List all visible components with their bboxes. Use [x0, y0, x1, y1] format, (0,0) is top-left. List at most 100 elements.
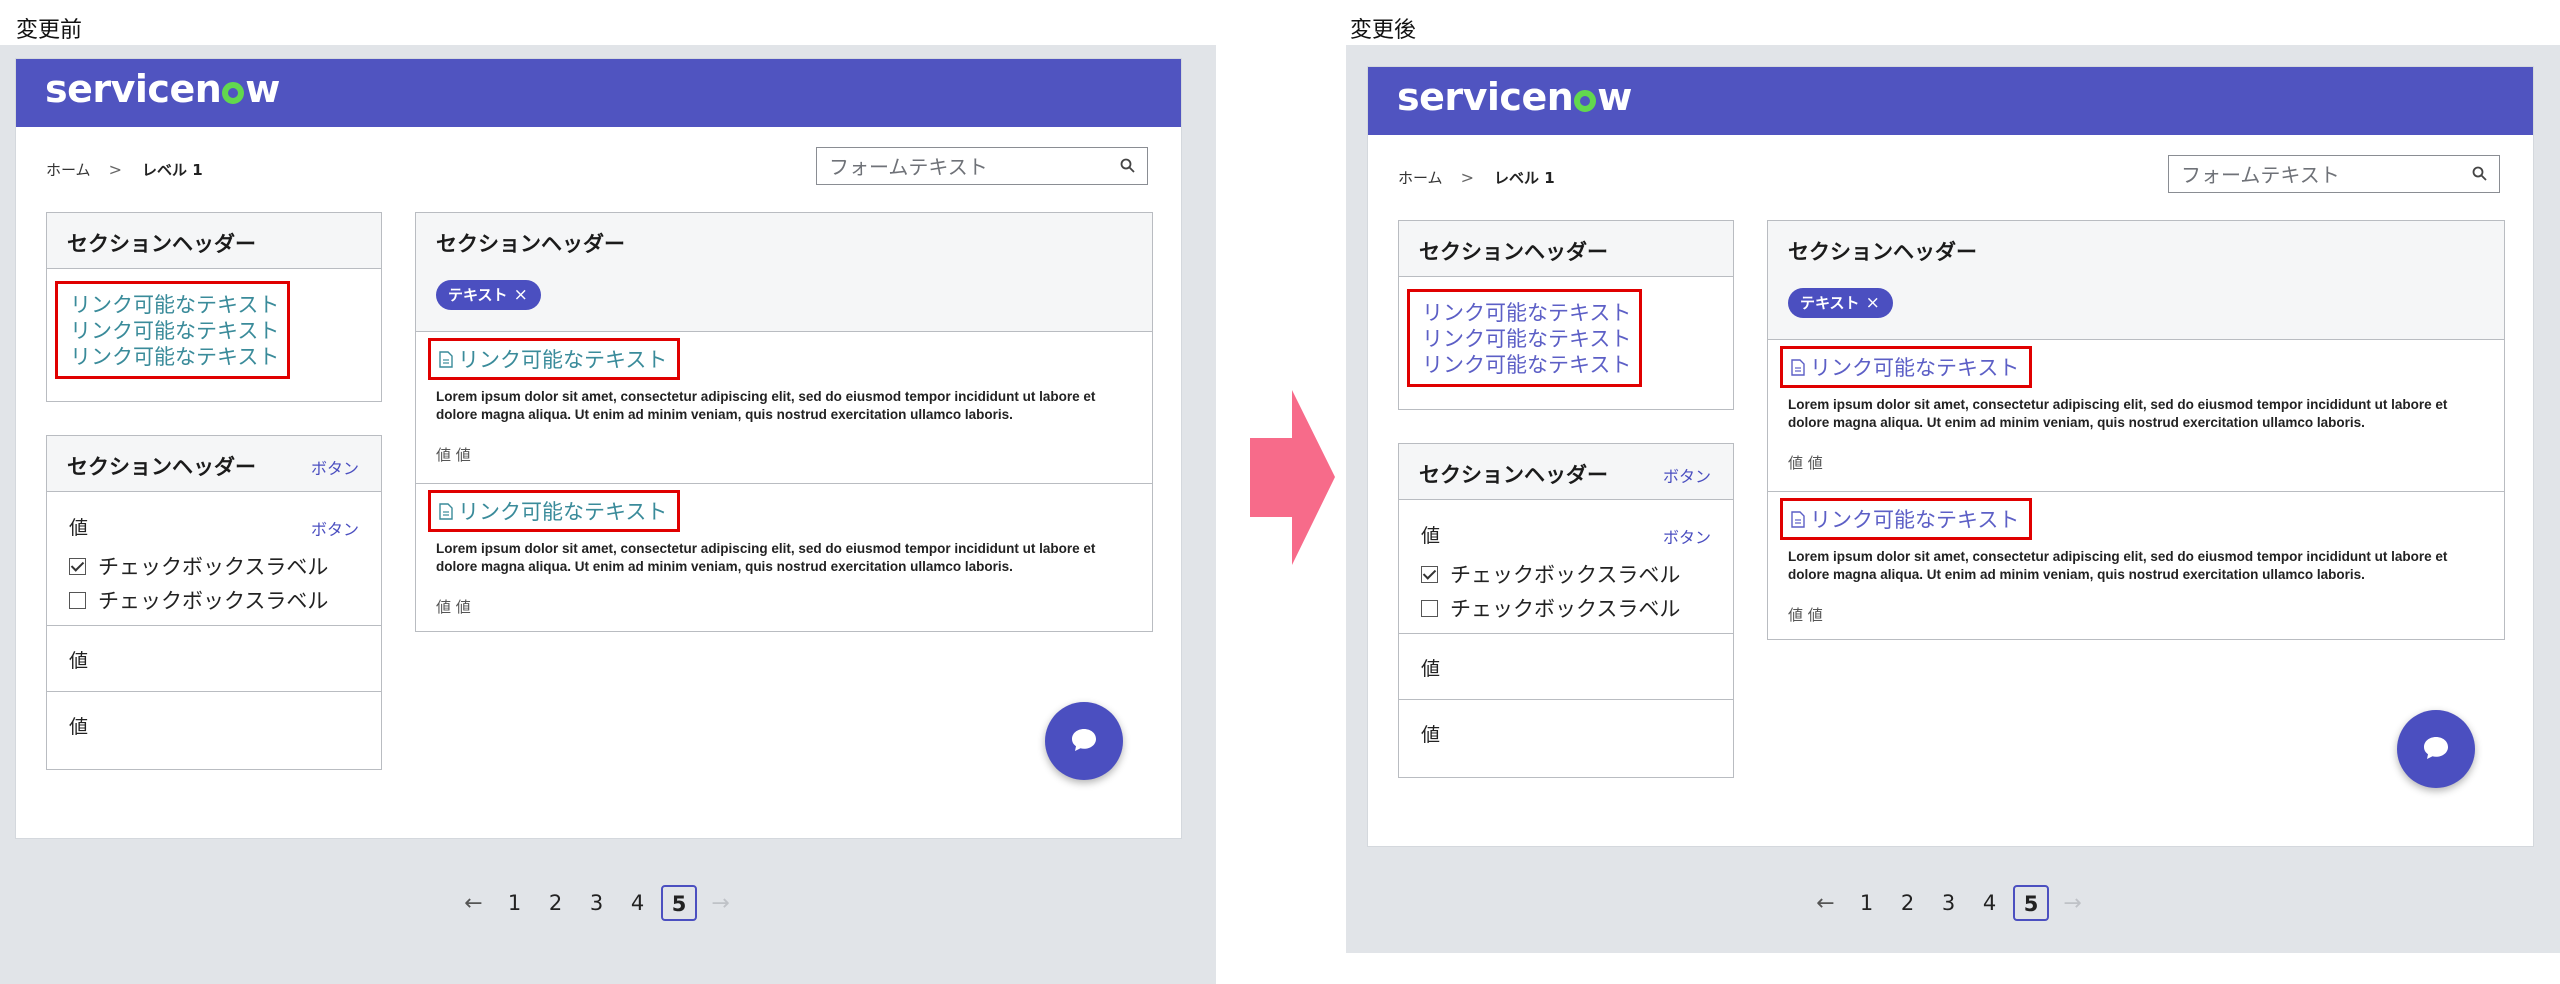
item-value: 値 値 — [436, 598, 471, 616]
checkbox-2[interactable]: チェックボックスラベル — [1421, 593, 1680, 623]
checkbox-unchecked-icon[interactable] — [1421, 599, 1438, 617]
chat-icon — [2424, 737, 2448, 759]
breadcrumb-separator: > — [1460, 168, 1474, 187]
chat-button[interactable] — [2397, 710, 2475, 788]
highlight-box: リンク可能なテキスト リンク可能なテキスト リンク可能なテキスト — [55, 281, 290, 379]
next-page-button[interactable]: → — [2052, 891, 2093, 916]
value-label: 値 — [1421, 525, 1441, 547]
page-button-4[interactable]: 4 — [1969, 891, 2010, 915]
servicenow-logo[interactable]: servicen w — [45, 67, 280, 111]
document-icon — [1791, 358, 1805, 376]
value-button[interactable]: ボタン — [311, 516, 359, 540]
value-text: 値 — [69, 650, 89, 672]
link-text-1[interactable]: リンク可能なテキスト — [58, 292, 287, 318]
page-button-current[interactable]: 5 — [661, 885, 697, 921]
chat-button[interactable] — [1045, 702, 1123, 780]
header-button[interactable]: ボタン — [1663, 463, 1711, 487]
item-value: 値 値 — [436, 446, 471, 464]
section-header-title: セクションヘッダー — [1788, 240, 1977, 264]
page-button-2[interactable]: 2 — [535, 891, 576, 915]
left-section-values: セクションヘッダー ボタン 値 ボタン チェックボックスラベル チェックボックス… — [1398, 443, 1734, 778]
checkbox-checked-icon[interactable] — [69, 557, 86, 575]
search-field[interactable] — [2168, 155, 2500, 193]
filter-chip[interactable]: テキスト × — [1788, 288, 1893, 318]
section-header: セクションヘッダー — [416, 213, 1152, 269]
document-link[interactable]: リンク可能なテキスト — [428, 490, 681, 532]
document-link[interactable]: リンク可能なテキスト — [1780, 498, 2033, 540]
page-button-3[interactable]: 3 — [1928, 891, 1969, 915]
search-input[interactable] — [2179, 160, 2463, 190]
list-item: リンク可能なテキスト Lorem ipsum dolor sit amet, c… — [1768, 339, 2504, 491]
servicenow-logo[interactable]: servicen w — [1397, 75, 1632, 119]
section-header: セクションヘッダー — [1768, 221, 2504, 277]
header-button[interactable]: ボタン — [311, 455, 359, 479]
next-page-button[interactable]: → — [700, 891, 741, 916]
document-link-label: リンク可能なテキスト — [458, 348, 668, 372]
highlight-box: リンク可能なテキスト リンク可能なテキスト リンク可能なテキスト — [1407, 289, 1642, 387]
document-link[interactable]: リンク可能なテキスト — [1780, 346, 2033, 388]
breadcrumb-separator: > — [108, 160, 122, 179]
section-header-title: セクションヘッダー — [436, 232, 625, 256]
list-item: リンク可能なテキスト Lorem ipsum dolor sit amet, c… — [1768, 491, 2504, 639]
page-button-4[interactable]: 4 — [617, 891, 658, 915]
document-icon — [439, 502, 453, 520]
page-button-current[interactable]: 5 — [2013, 885, 2049, 921]
search-field[interactable] — [816, 147, 1148, 185]
checkbox-1[interactable]: チェックボックスラベル — [69, 551, 328, 581]
item-description: Lorem ipsum dolor sit amet, consectetur … — [1788, 549, 2448, 582]
filter-chip[interactable]: テキスト × — [436, 280, 541, 310]
section-header-title: セクションヘッダー — [67, 455, 256, 479]
link-text-2[interactable]: リンク可能なテキスト — [1410, 326, 1639, 352]
document-link-label: リンク可能なテキスト — [1810, 356, 2020, 380]
value-text: 値 — [1421, 724, 1441, 746]
before-label: 変更前 — [16, 18, 83, 43]
value-row: 値 — [1399, 633, 1733, 699]
breadcrumb-home[interactable]: ホーム — [1398, 169, 1443, 187]
close-icon[interactable]: × — [1866, 293, 1880, 313]
link-text-3[interactable]: リンク可能なテキスト — [58, 344, 287, 370]
chip-label: テキスト — [1800, 294, 1860, 312]
prev-page-button[interactable]: ← — [1805, 891, 1846, 916]
item-description: Lorem ipsum dolor sit amet, consectetur … — [436, 389, 1096, 422]
page-button-3[interactable]: 3 — [576, 891, 617, 915]
checkbox-label: チェックボックスラベル — [98, 555, 329, 579]
section-header: セクションヘッダー ボタン — [47, 436, 381, 492]
search-input[interactable] — [827, 152, 1111, 182]
before-panel: servicenw ホーム > レベル 1 セクションヘッダー リンク可能なテキスト… — [0, 45, 1216, 984]
checkbox-label: チェックボックスラベル — [1450, 597, 1681, 621]
arrow-right-icon — [1250, 390, 1335, 565]
item-value: 値 値 — [1788, 606, 1823, 624]
checkbox-unchecked-icon[interactable] — [69, 591, 86, 609]
prev-page-button[interactable]: ← — [453, 891, 494, 916]
breadcrumb-home[interactable]: ホーム — [46, 161, 91, 179]
checkbox-1[interactable]: チェックボックスラベル — [1421, 559, 1680, 589]
search-icon[interactable] — [2471, 165, 2489, 183]
left-section-links: セクションヘッダー リンク可能なテキスト リンク可能なテキスト リンク可能なテキ… — [1398, 220, 1734, 410]
breadcrumb-current: レベル 1 — [141, 161, 203, 179]
value-text: 値 — [69, 716, 89, 738]
chat-icon — [1072, 729, 1096, 751]
checkbox-checked-icon[interactable] — [1421, 565, 1438, 583]
page-button-1[interactable]: 1 — [1846, 891, 1887, 915]
document-icon — [439, 350, 453, 368]
top-navigation-bar: servicen w — [1368, 67, 2533, 135]
document-link[interactable]: リンク可能なテキスト — [428, 338, 681, 380]
section-header-title: セクションヘッダー — [1419, 240, 1608, 264]
link-text-3[interactable]: リンク可能なテキスト — [1410, 352, 1639, 378]
link-text-2[interactable]: リンク可能なテキスト — [58, 318, 287, 344]
value-button[interactable]: ボタン — [1663, 524, 1711, 548]
section-header: セクションヘッダー ボタン — [1399, 444, 1733, 500]
left-section-values: セクションヘッダー ボタン 値 ボタン チェックボックスラベル チェックボックス… — [46, 435, 382, 770]
chip-label: テキスト — [448, 286, 508, 304]
page-button-1[interactable]: 1 — [494, 891, 535, 915]
checkbox-label: チェックボックスラベル — [98, 589, 329, 613]
page-button-2[interactable]: 2 — [1887, 891, 1928, 915]
right-section: セクションヘッダー テキスト × リンク可能なテキスト Lorem ipsum d… — [1767, 220, 2505, 640]
search-icon[interactable] — [1119, 157, 1137, 175]
section-header-title: セクションヘッダー — [1419, 463, 1608, 487]
checkbox-2[interactable]: チェックボックスラベル — [69, 585, 328, 615]
link-text-1[interactable]: リンク可能なテキスト — [1410, 300, 1639, 326]
list-item: リンク可能なテキスト Lorem ipsum dolor sit amet, c… — [416, 331, 1152, 483]
close-icon[interactable]: × — [514, 285, 528, 305]
checkbox-label: チェックボックスラベル — [1450, 563, 1681, 587]
